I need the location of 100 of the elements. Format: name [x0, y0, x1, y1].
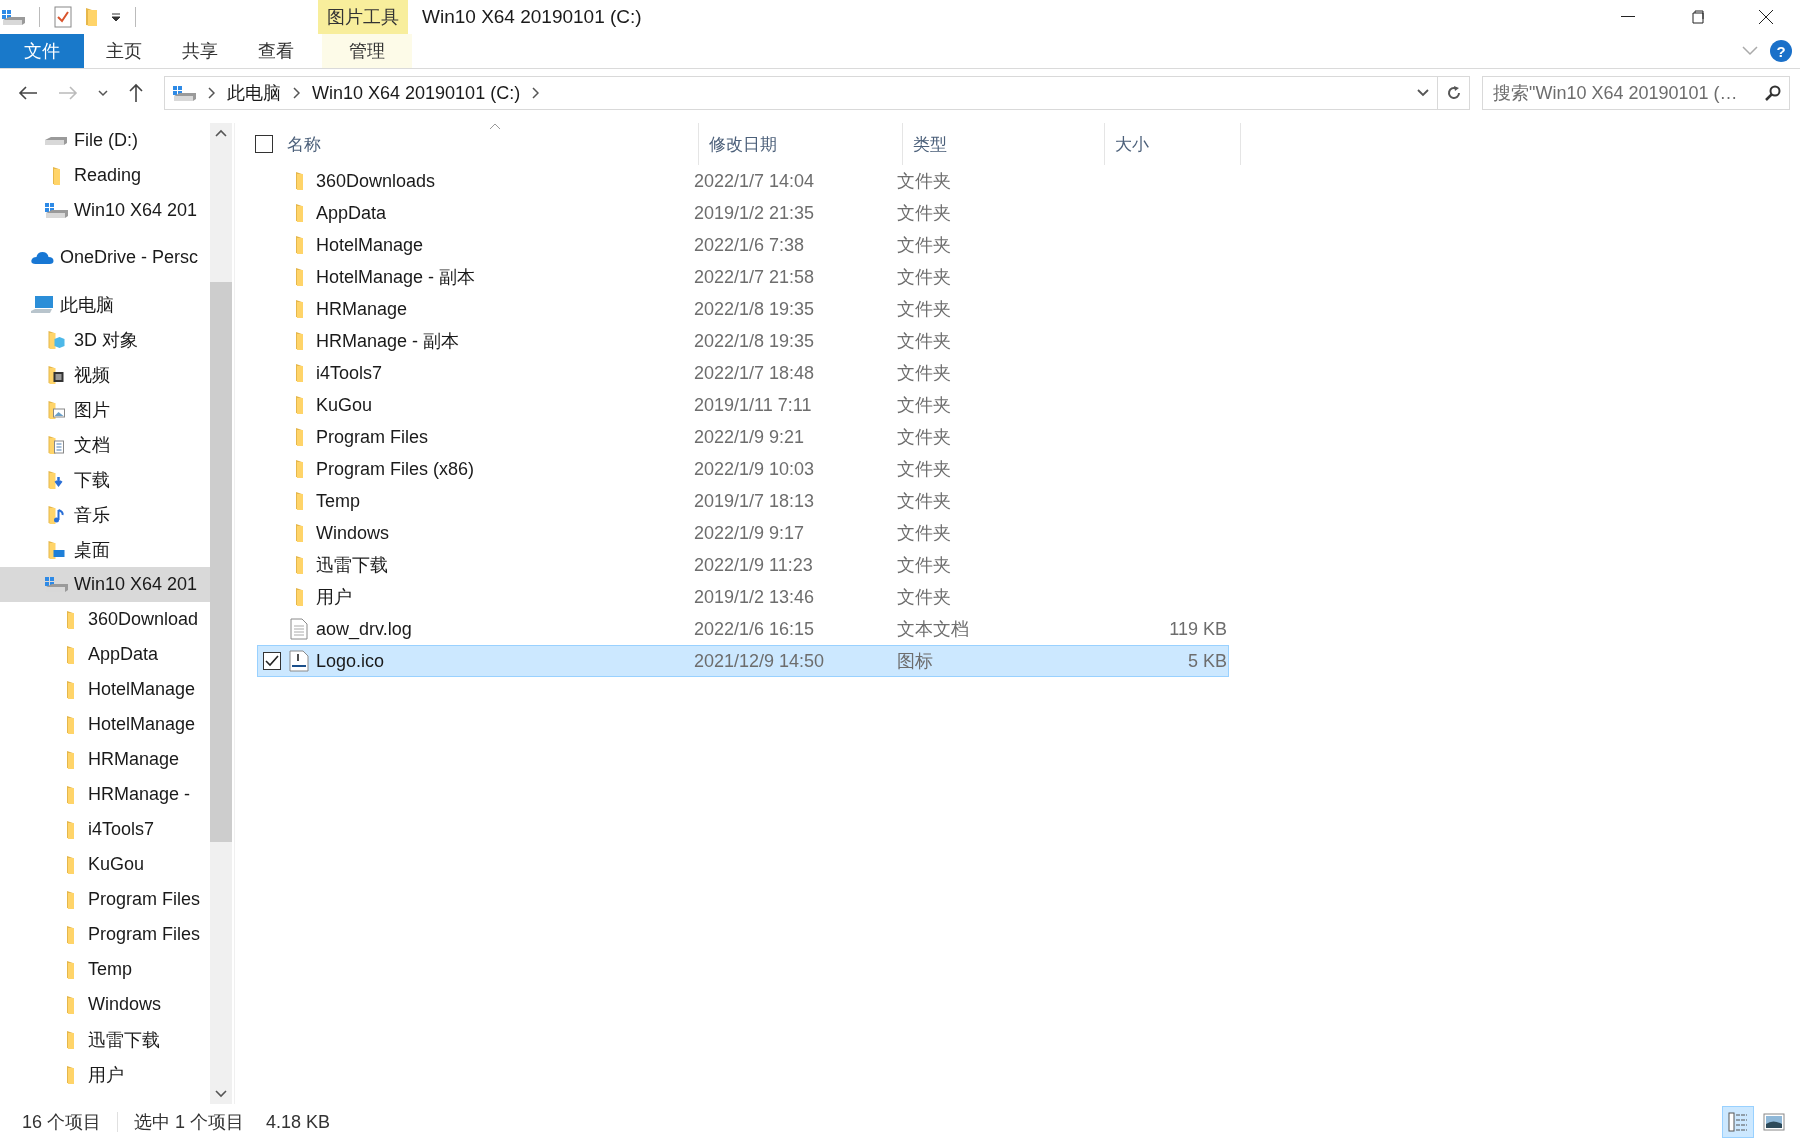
tree-item[interactable]: Win10 X64 201	[0, 193, 210, 228]
modified-date: 2022/1/6 16:15	[694, 618, 816, 640]
file-row[interactable]: AppData 2019/1/2 21:35 文件夹	[257, 197, 1229, 229]
tree-item[interactable]: HRManage -	[0, 777, 210, 812]
tree-item[interactable]: OneDrive - Persc	[0, 240, 210, 275]
tree-item[interactable]: 视频	[0, 357, 210, 392]
tree-item[interactable]: i4Tools7	[0, 812, 210, 847]
file-type: 文本文档	[897, 618, 970, 641]
file-row[interactable]: HotelManage - 副本 2022/1/7 21:58 文件夹	[257, 261, 1229, 293]
chevron-icon[interactable]	[532, 87, 540, 99]
tree-item[interactable]: HRManage	[0, 742, 210, 777]
file-name: Windows	[316, 522, 391, 544]
column-header[interactable]: 类型	[903, 123, 1105, 165]
file-type: 文件夹	[897, 426, 952, 449]
dropdown-icon[interactable]	[111, 12, 121, 22]
breadcrumb[interactable]: Win10 X64 20190101 (C:)	[312, 82, 521, 104]
item-count: 16 个项目	[22, 1111, 102, 1134]
search-field[interactable]: 搜索"Win10 X64 20190101 (…	[1482, 76, 1790, 110]
file-type: 文件夹	[897, 490, 952, 513]
tree-item[interactable]: Win10 X64 201	[0, 567, 210, 602]
ribbon-tab[interactable]: 管理	[322, 34, 412, 68]
tree-item[interactable]: 360Download	[0, 602, 210, 637]
scroll-down-icon[interactable]	[215, 1090, 227, 1098]
chevron-icon[interactable]	[293, 87, 300, 99]
file-type: 文件夹	[897, 202, 952, 225]
file-row[interactable]: Program Files 2022/1/9 9:21 文件夹	[257, 421, 1229, 453]
image-file-icon	[289, 650, 309, 672]
tree-item[interactable]: 音乐	[0, 497, 210, 532]
folder-icon	[295, 492, 303, 510]
file-row[interactable]: KuGou 2019/1/11 7:11 文件夹	[257, 389, 1229, 421]
search-icon	[1765, 85, 1781, 101]
scroll-up-icon[interactable]	[215, 129, 227, 137]
tree-item[interactable]: File (D:)	[0, 123, 210, 158]
modified-date: 2022/1/7 14:04	[694, 170, 816, 192]
tree-item[interactable]: Reading	[0, 158, 210, 193]
tree-item[interactable]: HotelManage	[0, 707, 210, 742]
modified-date: 2022/1/9 11:23	[694, 554, 814, 576]
selection-count: 选中 1 个项目	[134, 1111, 245, 1134]
tree-item[interactable]: 用户	[0, 1057, 210, 1092]
file-row[interactable]: HRManage - 副本 2022/1/8 19:35 文件夹	[257, 325, 1229, 357]
tree-item[interactable]: 下载	[0, 462, 210, 497]
file-row[interactable]: aow_drv.log 2022/1/6 16:15 文本文档 119 KB	[257, 613, 1229, 645]
scrollbar[interactable]	[210, 123, 232, 1104]
file-row[interactable]: Temp 2019/1/7 18:13 文件夹	[257, 485, 1229, 517]
tree-item[interactable]: 迅雷下载	[0, 1022, 210, 1057]
dropdown-icon[interactable]	[1417, 89, 1429, 97]
tree-item[interactable]: Temp	[0, 952, 210, 987]
file-row[interactable]: Program Files (x86) 2022/1/9 10:03 文件夹	[257, 453, 1229, 485]
folder-icon	[66, 960, 74, 979]
chevron-icon[interactable]	[208, 87, 215, 99]
tree-item[interactable]: 3D 对象	[0, 322, 210, 357]
file-row[interactable]: HotelManage 2022/1/6 7:38 文件夹	[257, 229, 1229, 261]
tree-item[interactable]: 此电脑	[0, 287, 210, 322]
folder-icon	[66, 610, 74, 629]
tree-item[interactable]: Program Files	[0, 882, 210, 917]
row-checkbox[interactable]	[263, 652, 281, 670]
file-row[interactable]: Logo.ico 2021/12/9 14:50 图标 5 KB	[257, 645, 1229, 677]
tree-item[interactable]: Program Files	[0, 917, 210, 952]
help-button[interactable]: ?	[1770, 40, 1792, 62]
modified-date: 2022/1/9 9:17	[694, 522, 806, 544]
ribbon-tab[interactable]: 主页	[86, 34, 162, 68]
tree-item[interactable]: 图片	[0, 392, 210, 427]
file-type: 文件夹	[897, 554, 952, 577]
tree-item[interactable]: KuGou	[0, 847, 210, 882]
address-bar[interactable]: 此电脑 Win10 X64 20190101 (C:)	[164, 76, 1438, 110]
drive-icon	[2, 9, 25, 25]
file-row[interactable]: i4Tools7 2022/1/7 18:48 文件夹	[257, 357, 1229, 389]
file-row[interactable]: Windows 2022/1/9 9:17 文件夹	[257, 517, 1229, 549]
file-type: 文件夹	[897, 522, 952, 545]
modified-date: 2022/1/7 18:48	[694, 362, 816, 384]
file-name: 360Downloads	[316, 170, 437, 192]
up-arrow-icon[interactable]	[128, 83, 144, 103]
tree-item[interactable]: 文档	[0, 427, 210, 462]
folder-icon	[66, 750, 74, 769]
text-file-icon	[290, 618, 308, 640]
checklist-icon[interactable]	[54, 6, 72, 28]
file-row[interactable]: 360Downloads 2022/1/7 14:04 文件夹	[257, 165, 1229, 197]
recent-locations-icon[interactable]	[98, 89, 108, 97]
column-header[interactable]: 修改日期	[699, 123, 903, 165]
tree-item[interactable]: 桌面	[0, 532, 210, 567]
file-row[interactable]: HRManage 2022/1/8 19:35 文件夹	[257, 293, 1229, 325]
file-row[interactable]: 迅雷下载 2022/1/9 11:23 文件夹	[257, 549, 1229, 581]
refresh-button[interactable]	[1438, 76, 1470, 110]
column-header[interactable]: 大小	[1105, 123, 1241, 165]
tree-item[interactable]: Windows	[0, 987, 210, 1022]
ribbon-tab[interactable]: 查看	[238, 34, 314, 68]
tree-item[interactable]: AppData	[0, 637, 210, 672]
file-name: Logo.ico	[316, 650, 386, 672]
folder-icon	[66, 890, 74, 909]
folder-icon	[66, 820, 74, 839]
tree-item[interactable]: HotelManage	[0, 672, 210, 707]
ribbon-tab[interactable]: 共享	[162, 34, 238, 68]
scrollbar-thumb[interactable]	[210, 282, 232, 842]
ribbon-tab[interactable]: 文件	[0, 34, 84, 68]
breadcrumb[interactable]: 此电脑	[227, 81, 281, 105]
column-header[interactable]: 名称	[279, 123, 699, 165]
folder-icon	[52, 166, 60, 185]
file-row[interactable]: 用户 2019/1/2 13:46 文件夹	[257, 581, 1229, 613]
back-arrow-icon[interactable]	[18, 85, 38, 101]
select-all-checkbox[interactable]	[255, 135, 273, 153]
